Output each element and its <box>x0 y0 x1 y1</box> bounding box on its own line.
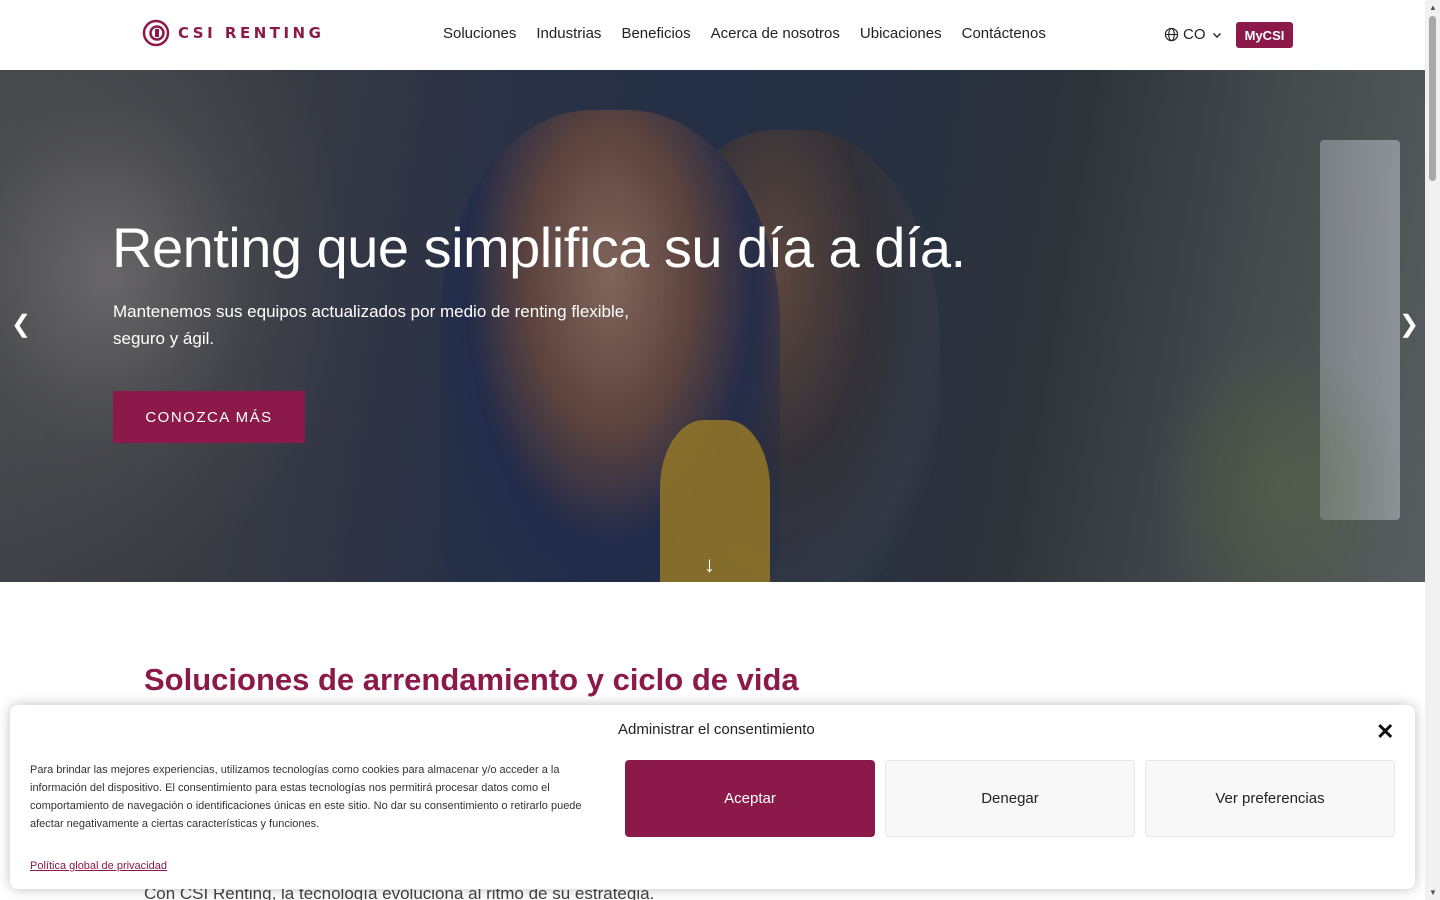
language-selector[interactable]: CO <box>1164 26 1227 43</box>
hero-title: Renting que simplifica su día a día. <box>112 216 966 279</box>
chevron-down-icon <box>1212 32 1221 38</box>
mycsi-button[interactable]: MyCSI <box>1236 22 1293 48</box>
carousel-prev-icon[interactable]: ❮ <box>11 310 31 339</box>
nav-ubicaciones[interactable]: Ubicaciones <box>860 25 942 42</box>
scroll-down-arrow-icon[interactable]: ▼ <box>1429 888 1437 897</box>
scroll-down-icon[interactable]: ↓ <box>704 552 715 578</box>
scrollbar-thumb[interactable] <box>1429 16 1436 181</box>
csi-logo-icon <box>142 19 170 47</box>
carousel-next-icon[interactable]: ❯ <box>1399 310 1419 339</box>
nav-soluciones[interactable]: Soluciones <box>443 25 516 42</box>
logo[interactable]: CSI RENTING <box>142 18 324 48</box>
logo-text: CSI RENTING <box>178 24 325 42</box>
site-header: CSI RENTING Soluciones Industrias Benefi… <box>0 0 1425 70</box>
cookie-consent-dialog: Administrar el consentimiento ✕ Para bri… <box>10 705 1415 889</box>
consent-text: Para brindar las mejores experiencias, u… <box>30 764 582 830</box>
accept-button[interactable]: Aceptar <box>625 760 875 837</box>
learn-more-button[interactable]: CONOZCA MÁS <box>113 391 305 443</box>
view-preferences-button[interactable]: Ver preferencias <box>1145 760 1395 837</box>
section-title: Soluciones de arrendamiento y ciclo de v… <box>144 662 799 697</box>
language-code: CO <box>1183 26 1206 43</box>
nav-industrias[interactable]: Industrias <box>536 25 601 42</box>
privacy-policy-link[interactable]: Política global de privacidad <box>30 860 167 872</box>
main-nav: Soluciones Industrias Beneficios Acerca … <box>443 25 1066 42</box>
close-icon[interactable]: ✕ <box>1376 719 1394 745</box>
consent-title: Administrar el consentimiento <box>618 721 815 738</box>
nav-acerca[interactable]: Acerca de nosotros <box>711 25 840 42</box>
globe-icon <box>1164 27 1179 42</box>
nav-contactenos[interactable]: Contáctenos <box>962 25 1046 42</box>
hero-subtitle: Mantenemos sus equipos actualizados por … <box>113 302 629 348</box>
hero-banner: Renting que simplifica su día a día. Man… <box>0 70 1425 582</box>
deny-button[interactable]: Denegar <box>885 760 1135 837</box>
scroll-up-icon[interactable]: ▲ <box>1429 3 1437 12</box>
page-scrollbar[interactable]: ▲ ▼ <box>1425 0 1440 900</box>
nav-beneficios[interactable]: Beneficios <box>621 25 690 42</box>
